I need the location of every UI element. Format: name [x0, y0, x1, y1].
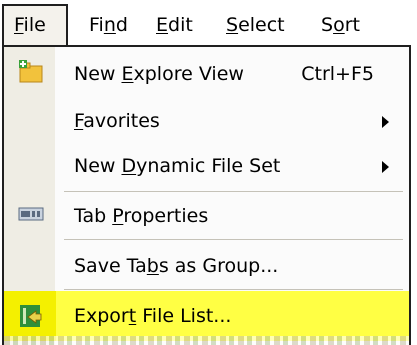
explore-view-icon [18, 59, 44, 85]
menu-bar: File Find Edit Select Sort [0, 0, 417, 47]
export-file-list-icon [18, 303, 44, 329]
menu-item-save-tabs-as-group[interactable]: Save Tabs as Group... [4, 241, 409, 291]
submenu-arrow-icon [382, 116, 389, 128]
menu-item-label: Export File List... [74, 305, 232, 327]
menu-item-shortcut: Ctrl+F5 [301, 63, 374, 85]
menu-find[interactable]: Find [89, 6, 128, 44]
menu-separator [64, 289, 403, 290]
file-menu-dropdown: New Explore View Ctrl+F5 Favorites New D… [2, 45, 411, 345]
background-content-strip [4, 336, 409, 345]
menu-select[interactable]: Select [226, 6, 285, 44]
submenu-arrow-icon [382, 161, 389, 173]
menu-item-label: Favorites [74, 110, 160, 132]
menu-item-label: New Explore View [74, 63, 244, 85]
menu-item-new-dynamic-file-set[interactable]: New Dynamic File Set [4, 141, 409, 191]
menu-item-export-file-list[interactable]: Export File List... [4, 291, 409, 341]
menu-item-tab-properties[interactable]: Tab Properties [4, 191, 409, 241]
menu-item-new-explore-view[interactable]: New Explore View Ctrl+F5 [4, 49, 409, 99]
menu-sort[interactable]: Sort [321, 6, 360, 44]
menu-item-label: Tab Properties [74, 205, 209, 227]
menu-edit[interactable]: Edit [156, 6, 193, 44]
menu-separator [64, 239, 403, 240]
menu-item-label: New Dynamic File Set [74, 155, 281, 177]
tab-properties-icon [18, 205, 44, 231]
menu-item-favorites[interactable]: Favorites [4, 96, 409, 146]
menu-file[interactable]: File [2, 4, 68, 47]
menu-item-label: Save Tabs as Group... [74, 255, 279, 277]
